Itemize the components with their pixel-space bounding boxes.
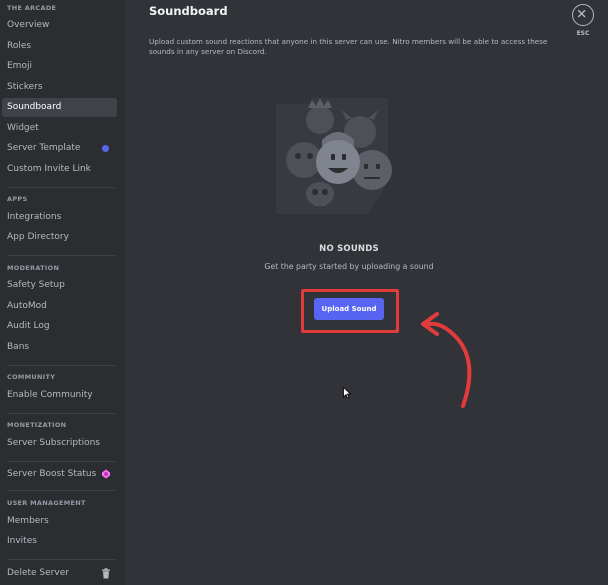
sidebar-divider	[7, 413, 115, 414]
section-header-user-management: USER MANAGEMENT	[7, 499, 86, 507]
sidebar-item-server-boost-status[interactable]: Server Boost Status	[2, 465, 117, 484]
sidebar-divider	[7, 490, 115, 491]
upload-sound-button[interactable]: Upload Sound	[314, 298, 384, 320]
sidebar-item-integrations[interactable]: Integrations	[2, 208, 117, 227]
annotation-arrow-icon	[421, 312, 472, 408]
empty-state-title: NO SOUNDS	[319, 244, 379, 254]
close-esc-label: ESC	[576, 30, 590, 37]
sidebar-item-custom-invite-link[interactable]: Custom Invite Link	[2, 160, 117, 179]
sidebar-item-overview[interactable]: Overview	[2, 16, 117, 35]
sidebar-item-widget[interactable]: Widget	[2, 119, 117, 138]
sidebar-divider	[7, 187, 115, 188]
sidebar-item-soundboard[interactable]: Soundboard	[2, 98, 117, 117]
trash-icon	[102, 568, 110, 579]
sidebar-item-audit-log[interactable]: Audit Log	[2, 317, 117, 336]
close-button[interactable]	[572, 4, 594, 26]
close-icon	[577, 9, 586, 18]
empty-soundboard-illustration	[276, 98, 392, 214]
sidebar-item-members[interactable]: Members	[2, 512, 117, 531]
sidebar-item-safety-setup[interactable]: Safety Setup	[2, 276, 117, 295]
sidebar-divider	[7, 461, 115, 462]
section-header-moderation: MODERATION	[7, 264, 60, 272]
sidebar-divider	[7, 255, 115, 256]
sidebar-item-server-template[interactable]: Server Template	[2, 139, 117, 158]
page-title: Soundboard	[149, 4, 228, 18]
sidebar-item-label: Server Boost Status	[7, 469, 97, 479]
sidebar-item-roles[interactable]: Roles	[2, 37, 117, 56]
new-indicator-dot	[102, 145, 109, 152]
sidebar-item-emoji[interactable]: Emoji	[2, 57, 117, 76]
sidebar-item-bans[interactable]: Bans	[2, 338, 117, 357]
settings-sidebar: THE ARCADE Overview Roles Emoji Stickers…	[0, 0, 125, 585]
empty-state-subtitle: Get the party started by uploading a sou…	[264, 262, 434, 271]
sidebar-item-enable-community[interactable]: Enable Community	[2, 386, 117, 405]
sidebar-item-app-directory[interactable]: App Directory	[2, 228, 117, 247]
sidebar-item-automod[interactable]: AutoMod	[2, 297, 117, 316]
boost-gem-icon	[102, 469, 110, 479]
sidebar-item-label: Delete Server	[7, 568, 69, 578]
sidebar-item-server-subscriptions[interactable]: Server Subscriptions	[2, 434, 117, 453]
section-header-apps: APPS	[7, 195, 28, 203]
sidebar-item-stickers[interactable]: Stickers	[2, 78, 117, 97]
mouse-cursor-icon	[343, 387, 351, 399]
sidebar-item-label: Server Template	[7, 143, 81, 153]
sidebar-item-delete-server[interactable]: Delete Server	[2, 564, 117, 583]
server-name-header: THE ARCADE	[7, 4, 57, 12]
sidebar-divider	[7, 365, 115, 366]
page-description: Upload custom sound reactions that anyon…	[149, 37, 548, 56]
sidebar-item-invites[interactable]: Invites	[2, 532, 117, 551]
section-header-monetization: MONETIZATION	[7, 421, 67, 429]
section-header-community: COMMUNITY	[7, 373, 56, 381]
sidebar-divider	[7, 559, 115, 560]
